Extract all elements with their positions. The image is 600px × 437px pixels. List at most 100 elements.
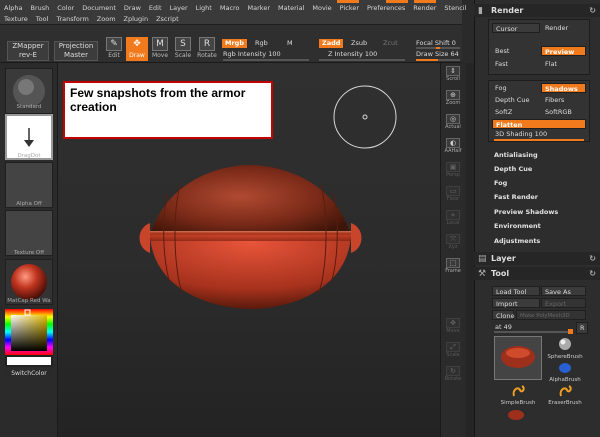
sphere-brush-tool[interactable]: SphereBrush bbox=[545, 336, 585, 360]
menu-item[interactable]: Color bbox=[57, 4, 74, 13]
save-as-button[interactable]: Save As bbox=[541, 286, 586, 296]
layer-refresh-icon[interactable]: ↻ bbox=[589, 252, 596, 265]
move-mode-button[interactable]: M Move bbox=[149, 37, 171, 61]
focal-shift-slider[interactable]: Focal Shift 0 bbox=[416, 39, 456, 47]
render-submenu-item[interactable]: Fog bbox=[494, 179, 507, 187]
mrgb-toggle[interactable]: Mrgb bbox=[222, 39, 247, 48]
menu-item[interactable]: Draw bbox=[124, 4, 141, 13]
eraser-brush-tool[interactable]: EraserBrush bbox=[545, 384, 585, 406]
softz-toggle[interactable]: SoftZ bbox=[492, 107, 540, 117]
shadows-toggle[interactable]: Shadows bbox=[541, 83, 586, 93]
zsub-toggle[interactable]: Zsub bbox=[348, 39, 370, 48]
menu-item[interactable]: Render bbox=[413, 4, 436, 13]
tool-refresh-icon[interactable]: ↻ bbox=[589, 267, 596, 280]
aahalf-shelf-button[interactable]: ◐ AAHalf bbox=[443, 138, 463, 156]
menu-item[interactable]: Edit bbox=[149, 4, 162, 13]
render-submenu-item[interactable]: Preview Shadows bbox=[494, 208, 558, 216]
menu-item[interactable]: Stencil bbox=[444, 4, 466, 13]
menu-item[interactable]: Transform bbox=[56, 15, 88, 24]
load-tool-button[interactable]: Load Tool bbox=[492, 286, 540, 296]
rgb-toggle[interactable]: Rgb bbox=[252, 39, 271, 48]
softrgb-toggle[interactable]: SoftRGB bbox=[542, 107, 582, 117]
color-picker-gradient[interactable] bbox=[5, 309, 53, 367]
fog-toggle[interactable]: Fog bbox=[492, 83, 540, 93]
tool-section-header[interactable]: ⚒ Tool ↻ bbox=[474, 267, 600, 280]
scroll-shelf-button[interactable]: ⇕ Scroll bbox=[443, 66, 463, 84]
m-toggle[interactable]: M bbox=[284, 39, 296, 48]
menu-item[interactable]: Zscript bbox=[156, 15, 179, 24]
draw-size-slider[interactable]: Draw Size 64 bbox=[416, 50, 459, 58]
menu-item[interactable]: Alpha bbox=[4, 4, 22, 13]
fibers-toggle[interactable]: Fibers bbox=[542, 95, 582, 105]
alpha-brush-tool[interactable]: AlphaBrush bbox=[545, 361, 585, 383]
shelf-scrollbar[interactable] bbox=[466, 63, 474, 437]
menu-item[interactable]: Tool bbox=[36, 15, 49, 24]
xyz-shelf-button[interactable]: ⤧ Xyz bbox=[443, 234, 463, 252]
focal-shift-handle[interactable] bbox=[436, 47, 440, 49]
menu-item[interactable]: Zplugin bbox=[124, 15, 149, 24]
3d-shading-track[interactable] bbox=[494, 139, 584, 141]
zoom-shelf-button[interactable]: ⊕ Zoom bbox=[443, 90, 463, 108]
menu-item[interactable]: Document bbox=[82, 4, 116, 13]
best-button[interactable]: Best bbox=[492, 46, 540, 56]
layer-section-header[interactable]: ▤ Layer ↻ bbox=[474, 252, 600, 265]
scale-mode-button[interactable]: S Scale bbox=[172, 37, 194, 61]
simple-brush-tool[interactable]: SimpleBrush bbox=[496, 384, 540, 406]
menu-item[interactable]: Texture bbox=[4, 15, 28, 24]
depth-cue-toggle[interactable]: Depth Cue bbox=[492, 95, 540, 105]
menu-item[interactable]: Preferences bbox=[367, 4, 405, 13]
menu-item[interactable]: Light bbox=[196, 4, 212, 13]
floor-shelf-button[interactable]: ▭ Floor bbox=[443, 186, 463, 204]
clone-button[interactable]: Clone bbox=[492, 310, 514, 320]
rgb-intensity-track[interactable] bbox=[223, 59, 309, 61]
menu-item[interactable]: Picker bbox=[340, 4, 359, 13]
persp-shelf-button[interactable]: ▣ Persp bbox=[443, 162, 463, 180]
menu-item[interactable]: Material bbox=[278, 4, 304, 13]
actual-shelf-button[interactable]: ◎ Actual bbox=[443, 114, 463, 132]
tool-slider-track[interactable] bbox=[494, 331, 572, 333]
render-submenu-item[interactable]: Depth Cue bbox=[494, 165, 532, 173]
zcut-toggle[interactable]: Zcut bbox=[380, 39, 401, 48]
current-tool-tile[interactable] bbox=[494, 336, 542, 380]
render-refresh-icon[interactable]: ↻ bbox=[589, 4, 596, 17]
move-shelf-button[interactable]: ✥ Move bbox=[443, 318, 463, 336]
color-picker[interactable] bbox=[5, 309, 53, 367]
rotate-mode-button[interactable]: R Rotate bbox=[196, 37, 218, 61]
edit-mode-button[interactable]: ✎ Edit bbox=[103, 37, 125, 61]
cursor-button[interactable]: Cursor bbox=[492, 23, 540, 33]
tool-slider-handle[interactable] bbox=[568, 329, 573, 334]
menu-item[interactable]: Layer bbox=[170, 4, 188, 13]
flatten-button[interactable]: Flatten bbox=[492, 119, 586, 129]
menu-item[interactable]: Movie bbox=[312, 4, 331, 13]
menu-item[interactable]: Macro bbox=[220, 4, 240, 13]
3d-shading-slider[interactable]: 3D Shading 100 bbox=[492, 129, 586, 139]
rotate-shelf-button[interactable]: ↻ Rotate bbox=[443, 366, 463, 384]
import-button[interactable]: Import bbox=[492, 298, 540, 308]
make-polymesh-button[interactable]: Make PolyMesh3D bbox=[516, 310, 586, 320]
draw-mode-button[interactable]: ✥ Draw bbox=[126, 37, 148, 61]
extra-tool-tile[interactable] bbox=[504, 406, 528, 426]
menu-item[interactable]: Marker bbox=[248, 4, 270, 13]
menu-item[interactable]: Brush bbox=[30, 4, 49, 13]
flat-button[interactable]: Flat bbox=[542, 59, 582, 69]
zmapper-button[interactable]: ZMapper rev-E bbox=[7, 41, 49, 61]
rgb-intensity-slider[interactable]: Rgb Intensity 100 bbox=[223, 50, 281, 58]
render-submenu-item[interactable]: Environment bbox=[494, 222, 541, 230]
r-button[interactable]: R bbox=[576, 322, 588, 334]
render-button[interactable]: Render bbox=[542, 23, 582, 33]
z-intensity-slider[interactable]: Z Intensity 100 bbox=[328, 50, 377, 58]
preview-button[interactable]: Preview bbox=[541, 46, 586, 56]
switch-color-button[interactable]: SwitchColor bbox=[5, 370, 53, 377]
render-submenu-item[interactable]: Adjustments bbox=[494, 237, 540, 245]
scale-shelf-button[interactable]: ⤢ Scale bbox=[443, 342, 463, 360]
local-shelf-button[interactable]: ⌖ Local bbox=[443, 210, 463, 228]
render-submenu-item[interactable]: Fast Render bbox=[494, 193, 538, 201]
z-intensity-track[interactable] bbox=[319, 59, 405, 61]
zadd-toggle[interactable]: Zadd bbox=[319, 39, 344, 48]
export-button[interactable]: Export bbox=[541, 298, 586, 308]
projection-master-button[interactable]: Projection Master bbox=[54, 41, 98, 61]
render-submenu-item[interactable]: Antialiasing bbox=[494, 151, 538, 159]
frame-shelf-button[interactable]: ⬚ Frame bbox=[443, 258, 463, 276]
menu-item[interactable]: Zoom bbox=[97, 15, 116, 24]
fast-button[interactable]: Fast bbox=[492, 59, 540, 69]
